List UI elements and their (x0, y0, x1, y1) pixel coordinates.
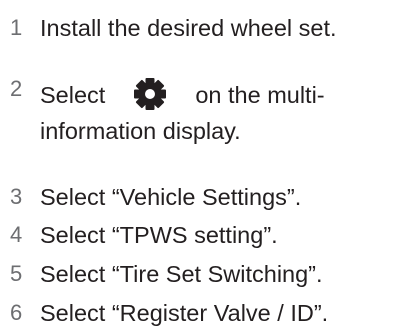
step-text-continued: information display. (40, 118, 241, 144)
step-text: Select “Vehicle Settings”. (40, 184, 302, 210)
step-text: Install the desired wheel set. (40, 15, 337, 41)
step-text-after-icon: on the multi- (195, 82, 325, 108)
gear-icon (133, 77, 167, 111)
step-number: 2 (10, 76, 23, 101)
step-text: Select “TPWS setting”. (40, 222, 278, 248)
step-text: Select on the multi- (40, 77, 325, 111)
step-number: 3 (10, 184, 23, 209)
step-text: Select “Tire Set Switching”. (40, 261, 323, 287)
step-number: 6 (10, 300, 23, 325)
step-number: 1 (10, 15, 23, 40)
step-number: 5 (10, 261, 23, 286)
step-text-before-icon: Select (40, 82, 106, 108)
step-text: Select “Register Valve / ID”. (40, 300, 329, 326)
step-number: 4 (10, 222, 23, 247)
